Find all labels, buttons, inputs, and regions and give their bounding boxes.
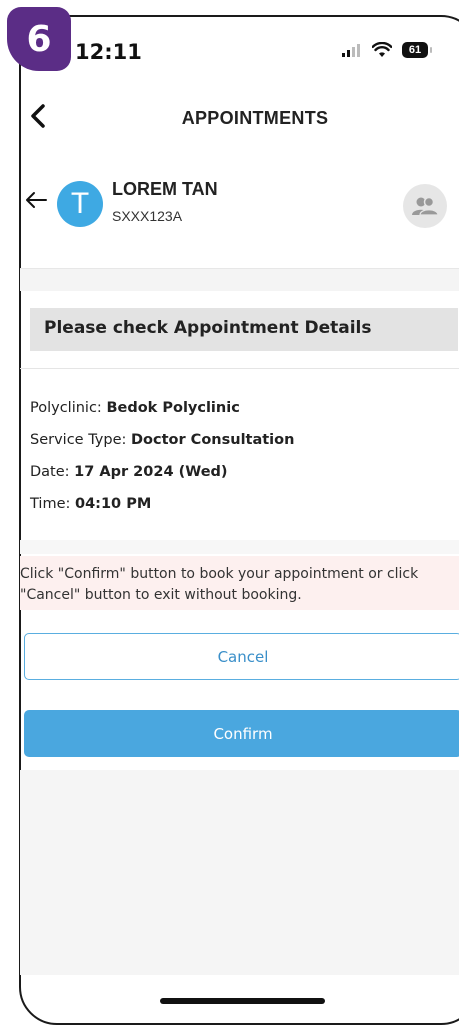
empty-area [20,770,459,975]
detail-label: Service Type: [30,432,127,448]
cancel-button[interactable]: Cancel [24,633,459,680]
battery-level: 61 [408,44,422,56]
wifi-icon [372,42,392,57]
detail-value: 04:10 PM [74,496,152,512]
detail-label: Date: [30,464,70,480]
divider-band [20,268,459,291]
switch-profile-button[interactable] [403,184,447,228]
detail-date: Date: 17 Apr 2024 (Wed) [30,464,228,480]
people-icon [412,196,439,216]
profile-nric: SXXX123A [112,208,183,224]
detail-value: Doctor Consultation [131,432,295,448]
step-badge: 6 [7,7,71,71]
detail-polyclinic: Polyclinic: Bedok Polyclinic [30,400,240,416]
confirm-button[interactable]: Confirm [24,710,459,757]
detail-value: Bedok Polyclinic [106,400,240,416]
detail-label: Polyclinic: [30,400,102,416]
battery-icon: 61 [402,42,432,58]
detail-time: Time: 04:10 PM [30,496,151,512]
page-title: APPOINTMENTS [181,108,329,128]
signal-icon [342,44,360,57]
section-title: Please check Appointment Details [44,318,372,338]
profile-back-arrow-icon[interactable] [24,186,48,217]
home-indicator[interactable] [160,998,325,1004]
detail-service-type: Service Type: Doctor Consultation [30,432,294,448]
status-time: 12:11 [75,40,142,64]
divider [20,368,459,369]
notice-text: Click "Confirm" button to book your appo… [20,566,419,603]
spacer-band [20,540,459,554]
detail-label: Time: [30,496,71,512]
detail-value: 17 Apr 2024 (Wed) [74,464,228,480]
avatar: T [57,181,103,227]
status-icons: 61 [342,42,432,58]
profile-name: LOREM TAN [112,179,218,199]
